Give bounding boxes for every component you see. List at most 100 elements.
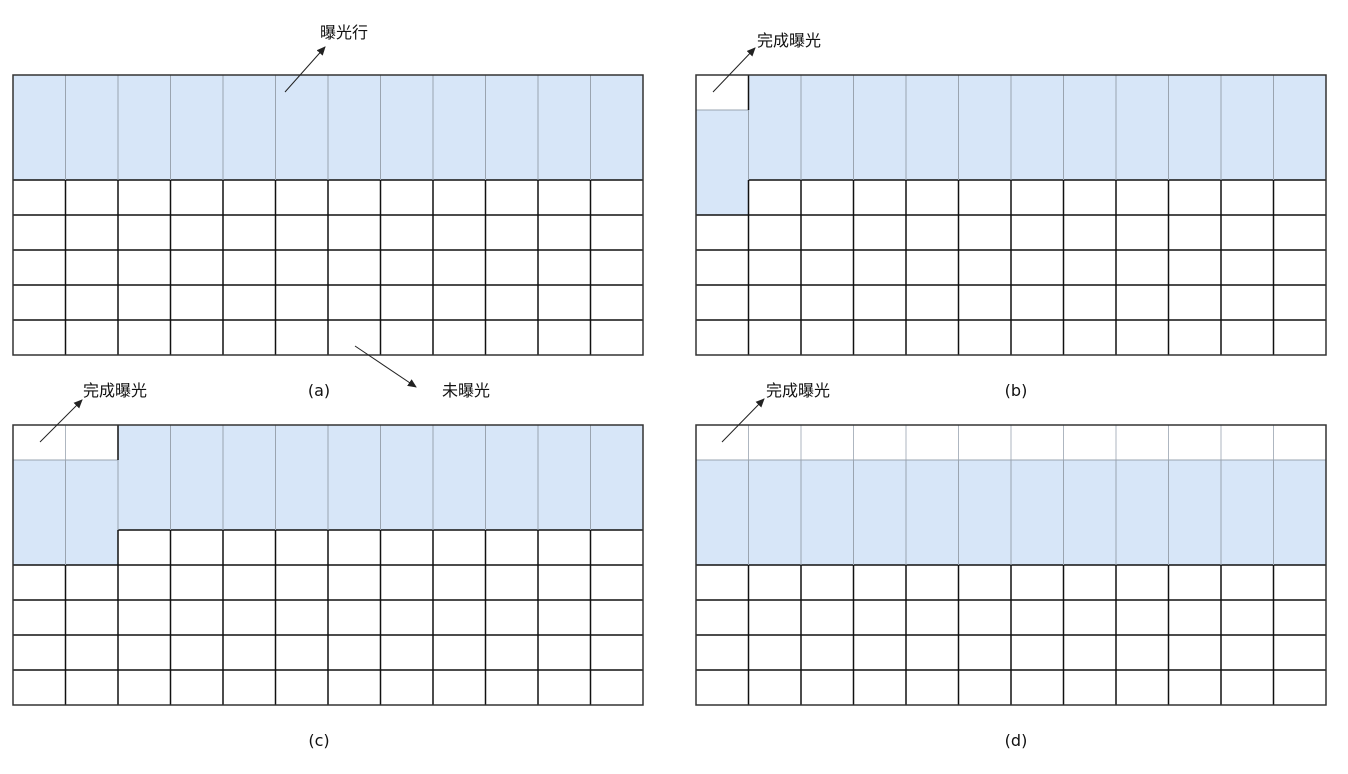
pixel-cell (906, 425, 959, 460)
pixel-cell (170, 320, 223, 355)
pixel-cell (696, 75, 749, 110)
exposing-cell (958, 530, 1011, 565)
exposing-cell (275, 425, 328, 460)
pixel-cell (170, 600, 223, 635)
pixel-cell (13, 180, 66, 215)
pixel-cell (275, 600, 328, 635)
exposing-cell (696, 145, 749, 180)
exposing-cell (433, 495, 486, 530)
exposing-cell (538, 495, 591, 530)
exposing-cell (380, 75, 433, 110)
pixel-cell (1116, 250, 1169, 285)
exposing-cell (1116, 530, 1169, 565)
pixel-cell (1011, 180, 1064, 215)
exposing-cell (1011, 145, 1064, 180)
panel-c (12, 424, 644, 706)
exposing-cell (118, 460, 171, 495)
pixel-cell (696, 635, 749, 670)
pixel-cell (590, 320, 643, 355)
pixel-cell (590, 670, 643, 705)
exposing-cell (801, 110, 854, 145)
exposing-cell (801, 530, 854, 565)
pixel-cell (433, 180, 486, 215)
pixel-cell (275, 285, 328, 320)
pixel-cell (170, 670, 223, 705)
exposing-cell (696, 530, 749, 565)
pixel-cell (906, 285, 959, 320)
pixel-cell (801, 215, 854, 250)
exposing-cell (853, 75, 906, 110)
pixel-cell (1221, 670, 1274, 705)
exposing-cell (1221, 530, 1274, 565)
exposing-cell (13, 145, 66, 180)
pixel-cell (1011, 635, 1064, 670)
pixel-cell (170, 250, 223, 285)
pixel-cell (223, 285, 276, 320)
pixel-cell (380, 180, 433, 215)
pixel-cell (1116, 670, 1169, 705)
exposing-cell (590, 425, 643, 460)
pixel-cell (958, 180, 1011, 215)
pixel-cell (170, 530, 223, 565)
pixel-cell (328, 635, 381, 670)
pixel-cell (590, 600, 643, 635)
exposing-cell (1168, 145, 1221, 180)
pixel-cell (380, 285, 433, 320)
exposure-done-label-c: 完成曝光 (83, 381, 147, 400)
pixel-cell (380, 670, 433, 705)
pixel-cell (853, 425, 906, 460)
exposing-cell (223, 495, 276, 530)
pixel-cell (380, 320, 433, 355)
pixel-cell (748, 670, 801, 705)
exposing-cell (853, 495, 906, 530)
exposing-cell (170, 75, 223, 110)
pixel-cell (1011, 670, 1064, 705)
pixel-cell (1011, 600, 1064, 635)
pixel-cell (1273, 635, 1326, 670)
pixel-cell (433, 250, 486, 285)
pixel-cell (1273, 670, 1326, 705)
pixel-cell (485, 670, 538, 705)
exposing-cell (801, 460, 854, 495)
pixel-cell (328, 250, 381, 285)
exposing-cell (328, 425, 381, 460)
exposing-cell (696, 460, 749, 495)
pixel-cell (65, 565, 118, 600)
pixel-cell (906, 320, 959, 355)
pixel-cell (696, 215, 749, 250)
pixel-cell (1168, 565, 1221, 600)
pixel-cell (538, 320, 591, 355)
pixel-cell (590, 285, 643, 320)
pixel-cell (906, 600, 959, 635)
pixel-cell (328, 530, 381, 565)
pixel-cell (118, 635, 171, 670)
exposing-cell (1221, 75, 1274, 110)
pixel-cell (1168, 600, 1221, 635)
exposing-cell (485, 460, 538, 495)
exposing-cell (1011, 110, 1064, 145)
exposing-cell (223, 460, 276, 495)
pixel-cell (275, 530, 328, 565)
pixel-cell (275, 320, 328, 355)
exposing-cell (1011, 460, 1064, 495)
pixel-cell (223, 180, 276, 215)
pixel-cell (485, 215, 538, 250)
exposing-cell (590, 495, 643, 530)
exposing-cell (65, 145, 118, 180)
exposing-cell (1273, 460, 1326, 495)
pixel-cell (13, 670, 66, 705)
pixel-cell (1063, 180, 1116, 215)
exposing-cell (13, 495, 66, 530)
pixel-cell (275, 565, 328, 600)
pixel-cell (223, 530, 276, 565)
pixel-cell (1273, 600, 1326, 635)
pixel-cell (958, 600, 1011, 635)
pixel-cell (13, 215, 66, 250)
exposing-cell (1168, 495, 1221, 530)
pixel-cell (1011, 425, 1064, 460)
pixel-cell (801, 565, 854, 600)
pixel-cell (223, 320, 276, 355)
pixel-cell (853, 670, 906, 705)
pixel-cell (853, 215, 906, 250)
pixel-cell (1168, 670, 1221, 705)
